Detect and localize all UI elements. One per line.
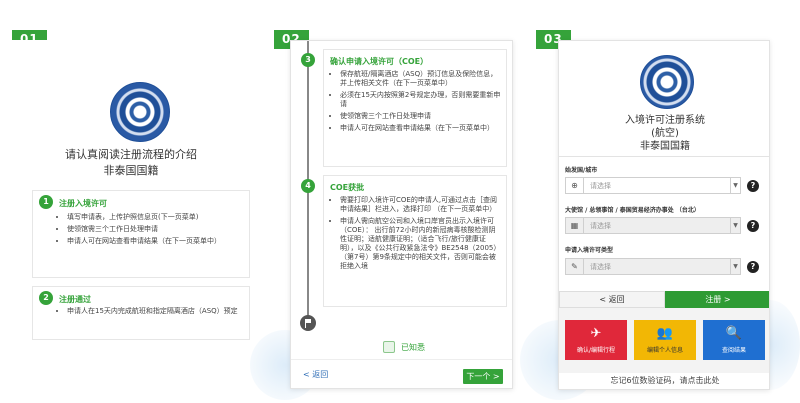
list-item: 申请人可在网站查看申请结果（在下一页菜单中） — [67, 237, 245, 246]
nationality-label: 非泰国国籍 — [640, 141, 690, 152]
step-number-1: 1 — [39, 195, 53, 209]
embassy-placeholder: 请选择 — [590, 222, 611, 230]
acknowledge-label: 已知悉 — [401, 343, 425, 352]
plane-icon: ✈ — [590, 326, 602, 341]
coe-type-placeholder: 请选择 — [590, 263, 611, 271]
back-button[interactable]: < 返回 — [559, 291, 665, 308]
step-card-2-list: 申请人在15天内完成航班和指定隔离酒店（ASQ）预定 — [67, 307, 245, 319]
step-card-3: 确认申请入境许可（COE） 保存航班/隔离酒店（ASQ）预订信息及保险信息，并上… — [323, 49, 507, 167]
chevron-down-icon: ▼ — [730, 178, 740, 193]
list-item: 使领馆需三个工作日处理申请 — [340, 112, 502, 121]
list-item: 必须在15天内按照第2号规定办理，否则需要重新申请 — [340, 91, 502, 109]
step-number-4: 4 — [301, 179, 315, 193]
list-item: 保存航班/隔离酒店（ASQ）预订信息及保险信息，并上传相关文件（在下一页菜单中） — [340, 70, 502, 88]
step-number-3: 3 — [301, 53, 315, 67]
intro-subtitle: 非泰国国籍 — [103, 164, 159, 177]
step-card-1-title: 注册入境许可 — [59, 199, 107, 208]
coe-type-select[interactable]: ✎ 请选择 ▼ — [565, 258, 741, 275]
embassy-select[interactable]: ▦ 请选择 ▼ — [565, 217, 741, 234]
coe-type-label: 申请入境许可类型 — [565, 247, 614, 254]
edit-personal-info-label: 编辑个人信息 — [646, 347, 683, 354]
embassy-label: 大使馆 / 总领事馆 / 泰国贸易经济办事处 （台北） — [565, 207, 700, 214]
search-icon: 🔍 — [725, 326, 743, 341]
step-card-4-list: 需要打印入境许可COE的申请人,可通过点击［查阅申请结果］栏进入，选择打印 （在… — [340, 196, 502, 274]
list-item: 申请人需向航空公司和入境口岸官员出示入境许可（COE）： 出行前72小时内的新冠… — [340, 217, 502, 271]
panel-footer-divider — [291, 359, 512, 360]
origin-label: 始发国/城市 — [565, 167, 598, 174]
help-icon[interactable]: ? — [747, 261, 759, 273]
step-card-2: 2 注册通过 申请人在15天内完成航班和指定隔离酒店（ASQ）预定 — [32, 286, 250, 340]
building-icon: ▦ — [566, 218, 584, 233]
step-card-2-title: 注册通过 — [59, 295, 91, 304]
procedure-panel: 3 确认申请入境许可（COE） 保存航班/隔离酒店（ASQ）预订信息及保险信息，… — [290, 40, 513, 389]
list-item: 需要打印入境许可COE的申请人,可通过点击［查阅申请结果］栏进入，选择打印 （在… — [340, 196, 502, 214]
step-card-1-list: 填写申请表，上传护照信息页(下一页菜单) 使领馆需三个工作日处理申请 申请人可在… — [67, 213, 245, 249]
intro-panel: 请认真阅读注册流程的介绍 非泰国国籍 1 注册入境许可 填写申请表，上传护照信息… — [12, 40, 250, 340]
people-icon: 👥 — [656, 326, 674, 341]
back-link[interactable]: < 返回 — [303, 369, 328, 380]
list-item: 申请人可在网站查看申请结果（在下一页菜单中） — [340, 124, 502, 133]
confirm-itinerary-label: 确认/编辑行程 — [576, 347, 616, 354]
edit-icon: ✎ — [566, 259, 584, 274]
step-card-3-title: 确认申请入境许可（COE） — [330, 57, 429, 66]
step-card-3-list: 保存航班/隔离酒店（ASQ）预订信息及保险信息，并上传相关文件（在下一页菜单中）… — [340, 70, 502, 136]
thai-emblem-logo — [110, 82, 170, 142]
acknowledge-checkbox[interactable] — [383, 341, 395, 353]
list-item: 申请人在15天内完成航班和指定隔离酒店（ASQ）预定 — [67, 307, 245, 316]
help-icon[interactable]: ? — [747, 220, 759, 232]
step-card-4-title: COE获批 — [330, 183, 365, 192]
edit-personal-info-tile[interactable]: 👥 编辑个人信息 — [634, 320, 696, 360]
confirm-itinerary-tile[interactable]: ✈ 确认/编辑行程 — [565, 320, 627, 360]
check-result-tile[interactable]: 🔍 查阅结果 — [703, 320, 765, 360]
register-button[interactable]: 注册 > — [665, 291, 769, 308]
registration-panel: 入境许可注册系统 (航空) 非泰国国籍 始发国/城市 ⊕ 请选择 ▼ ? 大使馆… — [558, 40, 770, 390]
next-button[interactable]: 下一个 > — [463, 369, 503, 384]
help-icon[interactable]: ? — [747, 180, 759, 192]
forgot-code-link[interactable]: 忘记6位数验证码，请点击此处 — [559, 375, 769, 386]
step-number-2: 2 — [39, 291, 53, 305]
list-item: 使领馆需三个工作日处理申请 — [67, 225, 245, 234]
origin-select[interactable]: ⊕ 请选择 ▼ — [565, 177, 741, 194]
check-result-label: 查阅结果 — [721, 347, 746, 354]
step-card-4: COE获批 需要打印入境许可COE的申请人,可通过点击［查阅申请结果］栏进入，选… — [323, 175, 507, 307]
list-item: 填写申请表，上传护照信息页(下一页菜单) — [67, 213, 245, 222]
thai-emblem-logo — [640, 55, 694, 109]
step-card-1: 1 注册入境许可 填写申请表，上传护照信息页(下一页菜单) 使领馆需三个工作日处… — [32, 190, 250, 278]
chevron-down-icon: ▼ — [730, 259, 740, 274]
chevron-down-icon: ▼ — [730, 218, 740, 233]
flag-icon — [300, 315, 316, 331]
quick-actions: ✈ 确认/编辑行程 👥 编辑个人信息 🔍 查阅结果 — [559, 308, 769, 373]
registration-form: 始发国/城市 ⊕ 请选择 ▼ ? 大使馆 / 总领事馆 / 泰国贸易经济办事处 … — [559, 156, 769, 291]
origin-placeholder: 请选择 — [590, 182, 611, 190]
globe-icon: ⊕ — [566, 178, 584, 193]
intro-title: 请认真阅读注册流程的介绍 — [65, 148, 197, 161]
